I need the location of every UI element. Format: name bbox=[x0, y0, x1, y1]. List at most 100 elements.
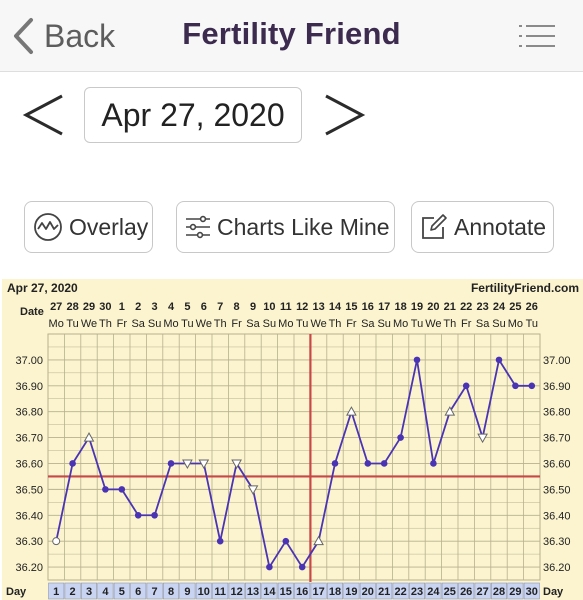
y-tick-left: 36.90 bbox=[15, 381, 43, 393]
temp-point-dot bbox=[430, 460, 437, 467]
date-label: 1 bbox=[119, 301, 125, 313]
day-label: 27 bbox=[476, 586, 488, 598]
day-label: 24 bbox=[427, 586, 440, 598]
date-label: 9 bbox=[250, 301, 256, 313]
weekday-label: Su bbox=[263, 318, 276, 330]
weekday-label: Mo bbox=[278, 318, 293, 330]
chart-source: FertilityFriend.com bbox=[471, 281, 579, 295]
temp-point-dot bbox=[118, 486, 126, 493]
day-label: 22 bbox=[394, 586, 406, 598]
temp-point-dot bbox=[462, 382, 470, 390]
temp-point-dot bbox=[216, 537, 224, 545]
weekday-label: Mo bbox=[393, 318, 408, 330]
temp-point-dot bbox=[512, 382, 519, 390]
weekday-label: Mo bbox=[163, 318, 178, 330]
overlay-icon bbox=[33, 212, 63, 242]
date-label: 19 bbox=[411, 301, 423, 313]
day-label: 8 bbox=[168, 586, 174, 598]
top-bar: Back Fertility Friend bbox=[0, 0, 583, 72]
date-label: 3 bbox=[152, 301, 158, 313]
temp-point-dot bbox=[134, 511, 142, 519]
y-tick-right: 36.40 bbox=[543, 510, 571, 522]
date-label: 4 bbox=[168, 301, 175, 313]
y-tick-right: 36.80 bbox=[543, 407, 571, 419]
weekday-label: Fr bbox=[231, 318, 242, 330]
temp-point-dot bbox=[298, 563, 306, 571]
charts-like-mine-button[interactable]: Charts Like Mine bbox=[176, 201, 395, 253]
overlay-button[interactable]: Overlay bbox=[24, 201, 153, 253]
date-label: 18 bbox=[394, 301, 406, 313]
weekday-label: Tu bbox=[181, 318, 193, 330]
day-label: 2 bbox=[70, 586, 76, 598]
day-label: 21 bbox=[378, 586, 390, 598]
temp-point-dot bbox=[102, 486, 109, 493]
day-label: 15 bbox=[280, 586, 292, 598]
next-day-button[interactable] bbox=[322, 92, 366, 138]
weekday-label: Su bbox=[377, 318, 390, 330]
day-label: 13 bbox=[247, 586, 259, 598]
weekday-label: We bbox=[310, 318, 326, 330]
temp-point-dot bbox=[282, 537, 290, 545]
temp-point-dot bbox=[167, 460, 175, 467]
weekday-label: Th bbox=[329, 318, 342, 330]
day-label: 3 bbox=[86, 586, 92, 598]
temperature-chart-svg: Apr 27, 2020 FertilityFriend.comDate 27 28 2… bbox=[6, 281, 579, 600]
weekday-label: Mo bbox=[49, 318, 64, 330]
date-row-label: Date bbox=[20, 306, 44, 318]
date-label: 17 bbox=[378, 301, 390, 313]
chart-date-title: Apr 27, 2020 bbox=[7, 281, 78, 295]
y-tick-left: 37.00 bbox=[15, 355, 43, 367]
edit-icon bbox=[420, 213, 448, 241]
date-label: 25 bbox=[509, 301, 521, 313]
temp-point-dot bbox=[69, 460, 76, 467]
date-label: 8 bbox=[234, 301, 240, 313]
day-row-label-right: Day bbox=[543, 586, 564, 598]
weekday-label: Th bbox=[99, 318, 112, 330]
temp-point-dot bbox=[397, 434, 404, 441]
day-label: 25 bbox=[444, 586, 456, 598]
day-label: 5 bbox=[119, 586, 125, 598]
temp-point-triangle-down bbox=[247, 485, 259, 495]
day-label: 29 bbox=[509, 586, 521, 598]
day-label: 26 bbox=[460, 586, 472, 598]
temp-point-dot bbox=[528, 382, 536, 390]
day-label: 16 bbox=[296, 586, 308, 598]
weekday-label: Sa bbox=[476, 318, 490, 330]
weekday-label: Sa bbox=[361, 318, 375, 330]
weekday-label: We bbox=[425, 318, 441, 330]
annotate-button[interactable]: Annotate bbox=[411, 201, 554, 253]
weekday-label: Th bbox=[443, 318, 456, 330]
day-label: 28 bbox=[493, 586, 505, 598]
date-navigator: Apr 27, 2020 bbox=[0, 84, 583, 148]
weekday-label: Su bbox=[148, 318, 161, 330]
weekday-label: Sa bbox=[131, 318, 145, 330]
charts-like-mine-label: Charts Like Mine bbox=[217, 213, 390, 240]
weekday-label: Su bbox=[492, 318, 505, 330]
date-label: 29 bbox=[83, 301, 95, 313]
temp-point-triangle-down bbox=[477, 433, 488, 444]
y-tick-right: 37.00 bbox=[543, 355, 571, 367]
y-tick-right: 36.30 bbox=[543, 536, 571, 548]
date-label: 30 bbox=[99, 301, 111, 313]
day-label: 7 bbox=[152, 586, 158, 598]
date-display[interactable]: Apr 27, 2020 bbox=[84, 87, 302, 143]
weekday-label: Fr bbox=[346, 318, 357, 330]
previous-day-button[interactable] bbox=[22, 92, 66, 138]
date-label: 27 bbox=[50, 301, 62, 313]
weekday-label: Tu bbox=[296, 318, 308, 330]
y-tick-right: 36.70 bbox=[543, 433, 571, 445]
date-label: 11 bbox=[280, 301, 292, 313]
day-label: 11 bbox=[214, 586, 226, 598]
date-label: 10 bbox=[263, 301, 275, 313]
day-label: 18 bbox=[329, 586, 341, 598]
annotate-label: Annotate bbox=[454, 213, 547, 240]
day-label: 4 bbox=[102, 586, 109, 598]
date-label: 26 bbox=[526, 301, 538, 313]
app-title: Fertility Friend bbox=[182, 16, 401, 51]
day-label: 30 bbox=[526, 586, 538, 598]
temp-point-open bbox=[52, 537, 61, 546]
weekday-label: We bbox=[196, 318, 212, 330]
hamburger-menu-icon[interactable] bbox=[519, 22, 555, 50]
temp-point-dot bbox=[364, 460, 372, 467]
y-tick-left: 36.40 bbox=[15, 510, 43, 522]
